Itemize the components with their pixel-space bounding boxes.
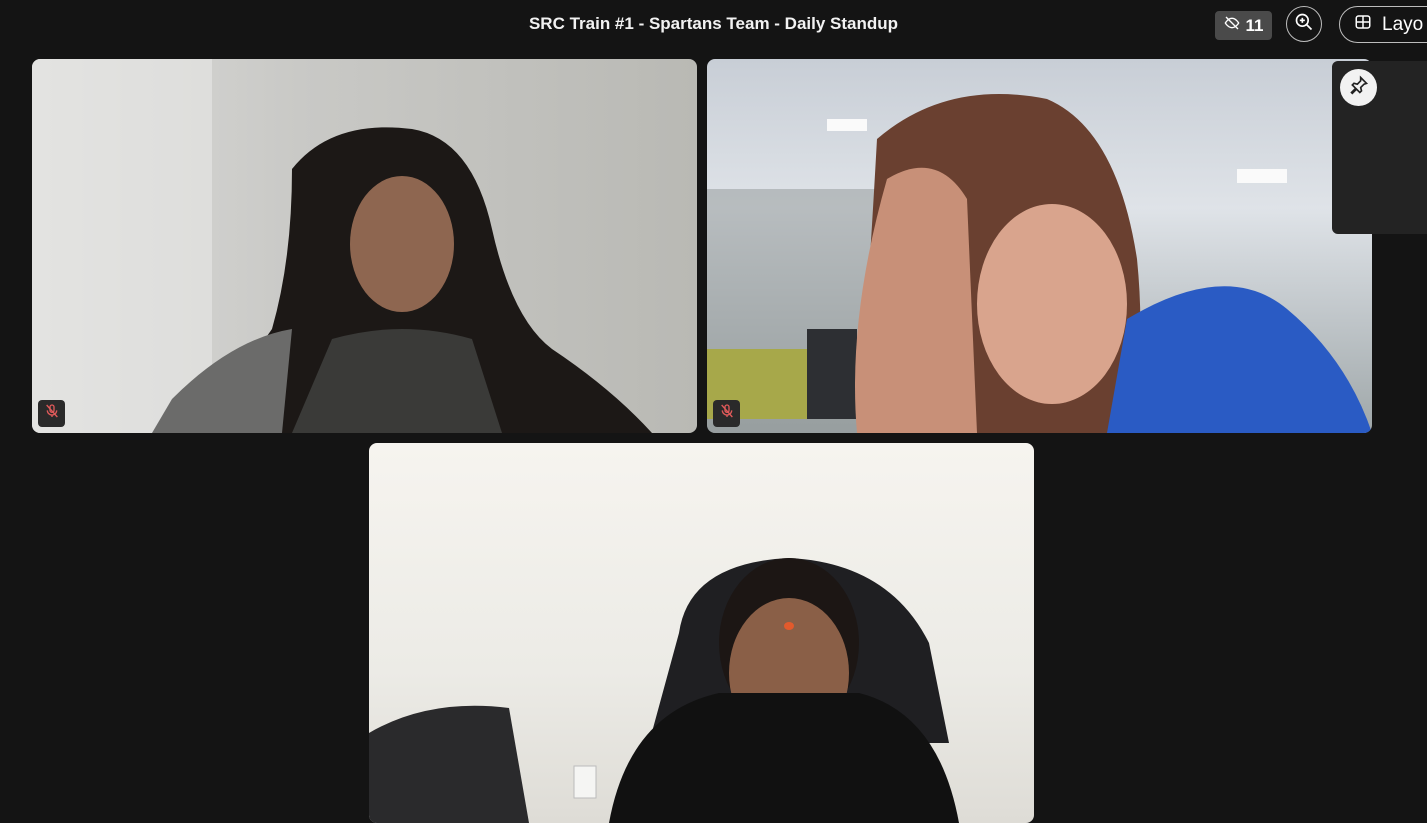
- pin-icon: [1349, 75, 1369, 100]
- layout-button[interactable]: Layo: [1339, 6, 1427, 43]
- meeting-title: SRC Train #1 - Spartans Team - Daily Sta…: [528, 14, 899, 33]
- zoom-in-icon: [1294, 12, 1314, 37]
- zoom-button[interactable]: [1286, 6, 1322, 42]
- video-tile-participant-3[interactable]: [369, 443, 1034, 823]
- eye-off-icon: [1224, 15, 1240, 36]
- participant-2-video: [707, 94, 1372, 433]
- microphone-off-icon: [44, 403, 60, 424]
- hidden-participants-button[interactable]: 11: [1215, 11, 1272, 40]
- microphone-off-icon: [719, 403, 735, 424]
- pin-button[interactable]: [1340, 69, 1377, 106]
- layout-label: Layo: [1382, 13, 1424, 35]
- participant-1-video: [32, 59, 652, 433]
- participant-1-muted-indicator: [38, 400, 65, 427]
- participant-3-video: [369, 558, 959, 823]
- hidden-participants-count: 11: [1245, 15, 1264, 35]
- layout-grid-icon: [1354, 13, 1372, 37]
- video-tile-participant-1[interactable]: [32, 59, 697, 433]
- participant-2-muted-indicator: [713, 400, 740, 427]
- video-tile-participant-2[interactable]: [707, 59, 1372, 433]
